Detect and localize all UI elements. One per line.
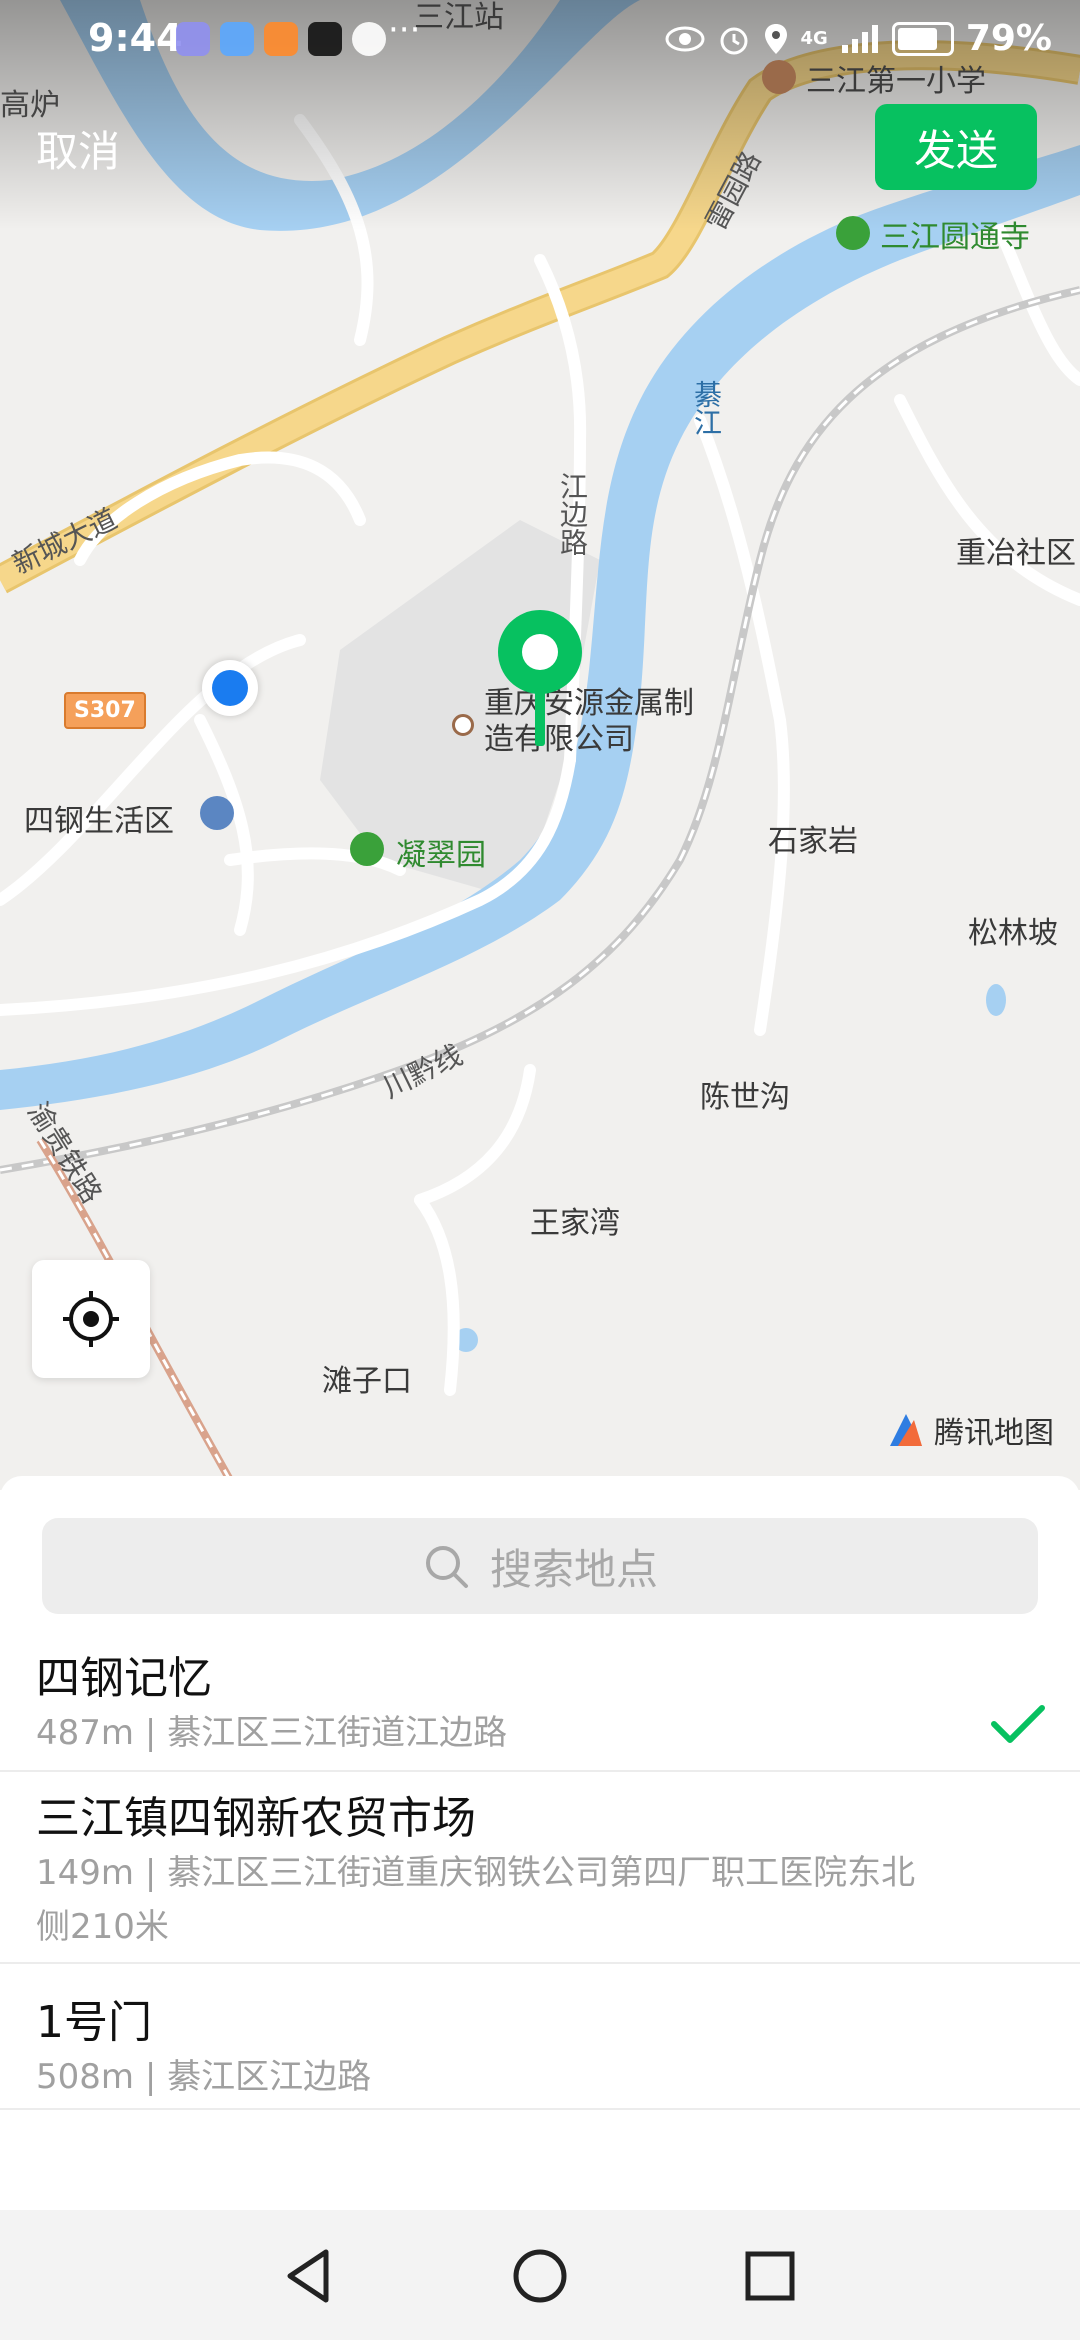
location-sheet: 搜索地点 四钢记忆 487m | 綦江区三江街道江边路 三江镇四钢新农贸市场 1… [0,1476,1080,2216]
result-title: 三江镇四钢新农贸市场 [36,1793,476,1844]
notification-icons [176,22,386,56]
result-subtitle: 149m | 綦江区三江街道重庆钢铁公司第四厂职工医院东北侧210米 [36,1853,916,1947]
map-label-tanzikou: 滩子口 [322,1364,412,1399]
map-label-wangjiawan: 王家湾 [530,1206,620,1241]
map-label-ningcui: 凝翠园 [396,838,486,873]
result-item-1[interactable]: 四钢记忆 487m | 綦江区三江街道江边路 [0,1626,1080,1772]
status-right: 4G 79% [665,18,1052,59]
result-subtitle: 508m | 綦江区江边路 [36,2057,372,2097]
location-pin-icon[interactable] [496,608,584,746]
check-icon [991,1705,1045,1743]
chat-bubble-icon [352,22,386,56]
map-brand: 腾讯地图 [886,1408,1054,1452]
back-icon[interactable] [280,2246,340,2306]
search-placeholder: 搜索地点 [489,1544,658,1594]
result-subtitle: 487m | 綦江区三江街道江边路 [36,1713,508,1753]
map-label-shijiayan: 石家岩 [768,824,858,859]
map-view[interactable]: 三江站 高炉 三江第一小学 三江圆通寺 雷园路 新城大道 江边路 綦江 重冶社区… [0,0,1080,1490]
signal-icon [841,24,878,53]
tiktok-app-icon [308,22,342,56]
search-icon [425,1546,468,1588]
status-bar: 9:44 ··· 4G 79% [0,0,1080,86]
tencent-map-logo-icon [890,1414,922,1446]
system-nav-bar [0,2210,1080,2340]
send-button[interactable]: 发送 [875,104,1037,190]
map-label-sigang-living: 四钢生活区 [24,804,174,839]
more-notifications-icon: ··· [388,10,421,50]
network-type: 4G [800,28,828,49]
highway-badge: S307 [64,692,146,729]
map-brand-text: 腾讯地图 [934,1416,1054,1451]
video-app-icon [264,22,298,56]
recents-icon[interactable] [740,2246,800,2306]
crosshair-icon [63,1291,119,1347]
map-label-chenshigou: 陈世沟 [700,1080,790,1115]
map-label-sanjiang-temple: 三江圆通寺 [880,220,1030,255]
music-app-icon [176,22,210,56]
map-label-qijiang: 綦江 [690,380,723,436]
map-label-songlinpo: 松林坡 [968,916,1058,951]
search-input[interactable]: 搜索地点 [42,1518,1038,1614]
company-icon [452,714,474,736]
home-circle-icon[interactable] [510,2246,570,2306]
result-item-2[interactable]: 三江镇四钢新农贸市场 149m | 綦江区三江街道重庆钢铁公司第四厂职工医院东北… [0,1772,1080,1964]
status-time: 9:44 [88,16,183,60]
result-title: 四钢记忆 [36,1653,212,1704]
user-location-dot [202,660,258,716]
result-title: 1号门 [36,1997,152,2048]
locate-button[interactable] [32,1260,150,1378]
park-icon [350,832,384,866]
battery-percent: 79% [965,18,1052,59]
temple-icon [836,216,870,250]
location-icon [764,23,787,54]
eye-icon [665,26,705,51]
cancel-button[interactable]: 取消 [36,118,120,179]
alarm-icon [720,27,748,54]
result-item-3[interactable]: 1号门 508m | 綦江区江边路 [0,1964,1080,2110]
home-icon [200,796,234,830]
map-label-chongye: 重冶社区 [956,536,1076,571]
battery-icon [891,21,954,56]
browser-app-icon [220,22,254,56]
map-label-jiangbian: 江边路 [556,472,589,556]
